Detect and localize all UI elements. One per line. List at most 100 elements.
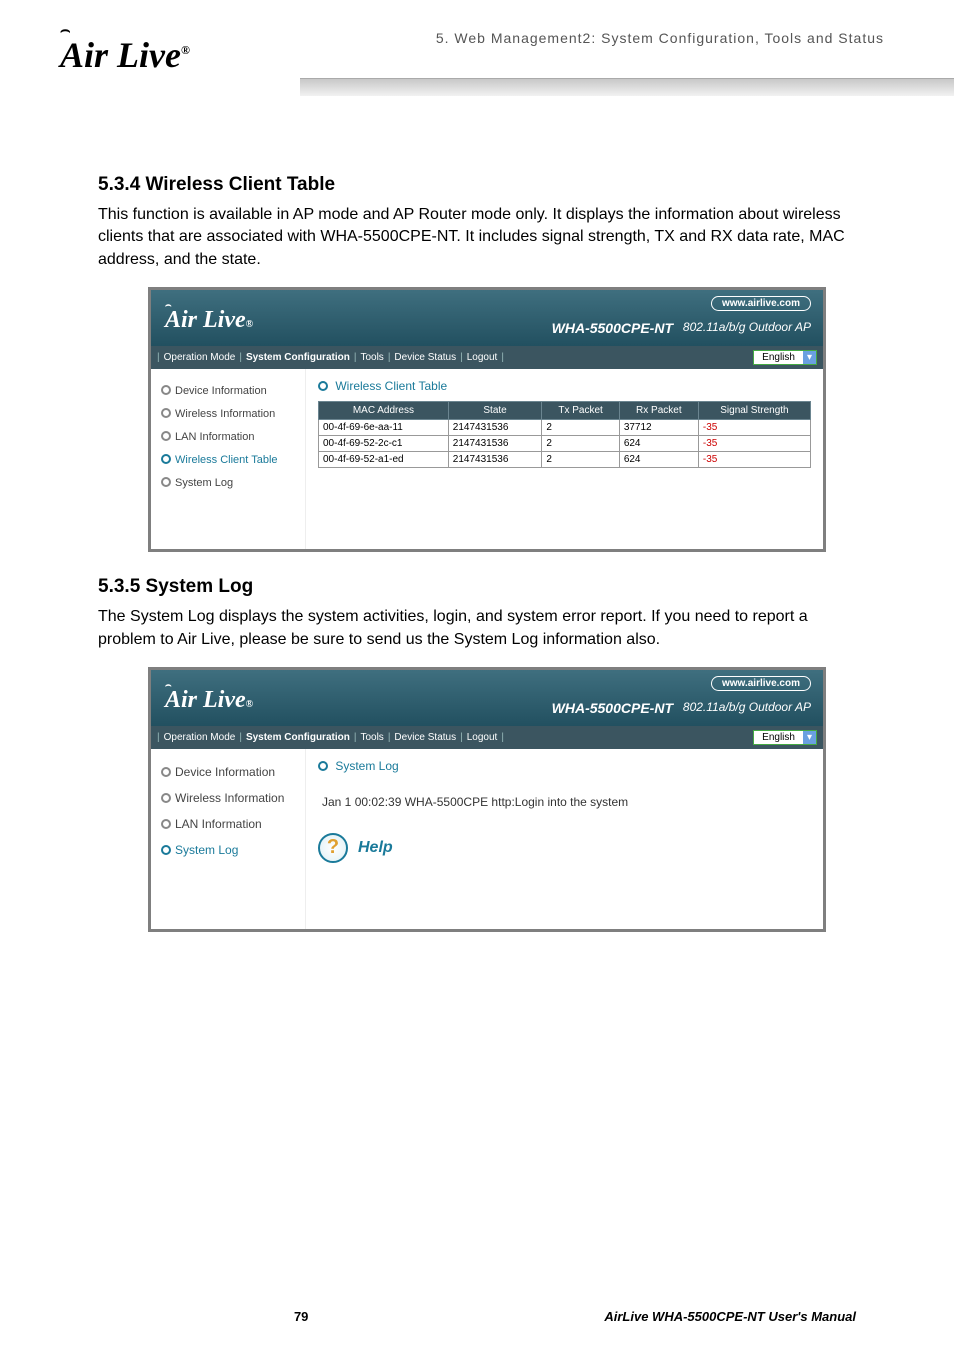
- th-tx: Tx Packet: [542, 402, 619, 420]
- registered-icon: ®: [181, 43, 190, 57]
- nav-operation-mode[interactable]: Operation Mode: [164, 732, 236, 743]
- chevron-down-icon: ▾: [803, 731, 816, 744]
- page-footer: 79 AirLive WHA-5500CPE-NT User's Manual: [0, 1309, 954, 1324]
- nav-system-configuration[interactable]: System Configuration: [246, 352, 350, 363]
- bullet-icon: [161, 408, 171, 418]
- nav-sep: |: [501, 732, 504, 743]
- screenshot-wireless-client-table: ⌢ Air Live® www.airlive.com WHA-5500CPE-…: [148, 287, 826, 552]
- nav-tools[interactable]: Tools: [360, 352, 383, 363]
- cell-mac: 00-4f-69-52-a1-ed: [319, 452, 449, 468]
- page-number: 79: [294, 1309, 308, 1324]
- logo-text: Air Live: [60, 35, 181, 75]
- bullet-icon: [161, 845, 171, 855]
- app-header: ⌢ Air Live® www.airlive.com WHA-5500CPE-…: [151, 290, 823, 346]
- sidebar-item-system-log[interactable]: System Log: [159, 471, 297, 494]
- nav-tools[interactable]: Tools: [360, 732, 383, 743]
- client-table: MAC Address State Tx Packet Rx Packet Si…: [318, 401, 811, 468]
- log-entry: Jan 1 00:02:39 WHA-5500CPE http:Login in…: [318, 781, 811, 829]
- top-nav: | Operation Mode | System Configuration …: [151, 346, 823, 369]
- nav-operation-mode[interactable]: Operation Mode: [164, 352, 236, 363]
- bullet-icon: [161, 477, 171, 487]
- bullet-icon: [161, 819, 171, 829]
- cell-state: 2147431536: [448, 436, 542, 452]
- cell-signal: -35: [698, 420, 810, 436]
- sidebar: Device Information Wireless Information …: [151, 749, 306, 929]
- chevron-down-icon: ▾: [803, 351, 816, 364]
- th-rx: Rx Packet: [619, 402, 698, 420]
- sidebar-item-wireless-client-table[interactable]: Wireless Client Table: [159, 448, 297, 471]
- nav-sep: |: [239, 732, 242, 743]
- language-select[interactable]: English ▾: [753, 350, 817, 365]
- nav-system-configuration[interactable]: System Configuration: [246, 732, 350, 743]
- cell-tx: 2: [542, 452, 619, 468]
- mode-label: 802.11a/b/g Outdoor AP: [683, 320, 811, 334]
- cell-state: 2147431536: [448, 452, 542, 468]
- nav-logout[interactable]: Logout: [467, 732, 498, 743]
- help-button[interactable]: ? Help: [318, 833, 393, 863]
- bullet-icon: [161, 431, 171, 441]
- sidebar: Device Information Wireless Information …: [151, 369, 306, 549]
- bullet-icon: [161, 454, 171, 464]
- cell-mac: 00-4f-69-6e-aa-11: [319, 420, 449, 436]
- bullet-icon: [318, 381, 328, 391]
- cell-mac: 00-4f-69-52-2c-c1: [319, 436, 449, 452]
- nav-sep: |: [388, 352, 391, 363]
- language-select[interactable]: English ▾: [753, 730, 817, 745]
- app-header: ⌢ Air Live® www.airlive.com WHA-5500CPE-…: [151, 670, 823, 726]
- cell-rx: 37712: [619, 420, 698, 436]
- bullet-icon: [318, 761, 328, 771]
- top-nav: | Operation Mode | System Configuration …: [151, 726, 823, 749]
- cell-signal: -35: [698, 452, 810, 468]
- nav-sep: |: [460, 352, 463, 363]
- nav-sep: |: [239, 352, 242, 363]
- th-mac: MAC Address: [319, 402, 449, 420]
- table-header-row: MAC Address State Tx Packet Rx Packet Si…: [319, 402, 811, 420]
- nav-sep: |: [501, 352, 504, 363]
- sidebar-item-wireless-info[interactable]: Wireless Information: [159, 785, 297, 811]
- cell-state: 2147431536: [448, 420, 542, 436]
- sidebar-item-device-info[interactable]: Device Information: [159, 379, 297, 402]
- nav-sep: |: [157, 352, 160, 363]
- cell-tx: 2: [542, 420, 619, 436]
- section-heading-535: 5.3.5 System Log: [98, 576, 856, 598]
- sidebar-item-system-log[interactable]: System Log: [159, 837, 297, 863]
- cell-tx: 2: [542, 436, 619, 452]
- nav-logout[interactable]: Logout: [467, 352, 498, 363]
- bullet-icon: [161, 767, 171, 777]
- nav-sep: |: [460, 732, 463, 743]
- th-state: State: [448, 402, 542, 420]
- language-value: English: [754, 731, 803, 744]
- sidebar-item-device-info[interactable]: Device Information: [159, 759, 297, 785]
- model-label: WHA-5500CPE-NT: [552, 700, 673, 716]
- chapter-title: 5. Web Management2: System Configuration…: [436, 30, 884, 46]
- nav-sep: |: [157, 732, 160, 743]
- app-logo: ⌢ Air Live®: [165, 680, 253, 714]
- header-divider: [300, 78, 954, 96]
- nav-sep: |: [354, 732, 357, 743]
- nav-sep: |: [354, 352, 357, 363]
- sidebar-item-wireless-info[interactable]: Wireless Information: [159, 402, 297, 425]
- help-label: Help: [358, 839, 393, 857]
- section-para-535: The System Log displays the system activ…: [98, 606, 856, 651]
- page-header: ⌢ Air Live® 5. Web Management2: System C…: [0, 0, 954, 110]
- manual-title: AirLive WHA-5500CPE-NT User's Manual: [604, 1309, 856, 1324]
- section-heading-534: 5.3.4 Wireless Client Table: [98, 174, 856, 196]
- panel-title: Wireless Client Table: [335, 379, 447, 393]
- section-para-534: This function is available in AP mode an…: [98, 204, 856, 271]
- sidebar-item-lan-info[interactable]: LAN Information: [159, 425, 297, 448]
- bullet-icon: [161, 385, 171, 395]
- url-badge[interactable]: www.airlive.com: [711, 296, 811, 311]
- cell-rx: 624: [619, 452, 698, 468]
- brand-logo: ⌢ Air Live®: [60, 22, 190, 76]
- url-badge[interactable]: www.airlive.com: [711, 676, 811, 691]
- main-panel: Wireless Client Table MAC Address State …: [306, 369, 823, 549]
- panel-title: System Log: [335, 759, 398, 773]
- sidebar-item-lan-info[interactable]: LAN Information: [159, 811, 297, 837]
- table-row: 00-4f-69-6e-aa-11 2147431536 2 37712 -35: [319, 420, 811, 436]
- bullet-icon: [161, 793, 171, 803]
- cell-rx: 624: [619, 436, 698, 452]
- main-panel: System Log Jan 1 00:02:39 WHA-5500CPE ht…: [306, 749, 823, 929]
- nav-device-status[interactable]: Device Status: [394, 352, 456, 363]
- nav-device-status[interactable]: Device Status: [394, 732, 456, 743]
- language-value: English: [754, 351, 803, 364]
